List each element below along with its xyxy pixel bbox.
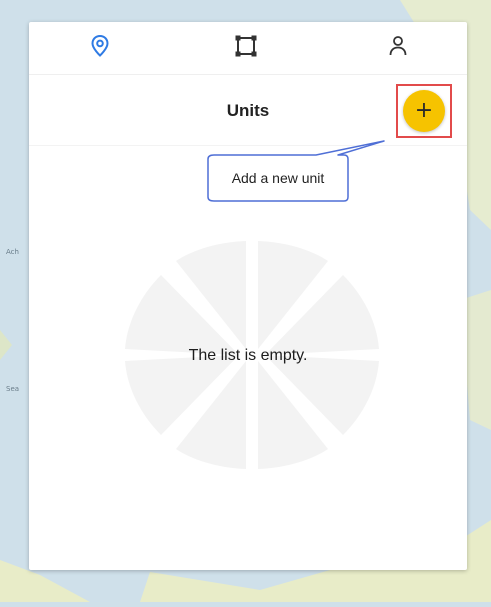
add-unit-button[interactable]: + — [403, 90, 445, 132]
units-panel: Units + The list is empty. — [29, 22, 467, 570]
empty-list-message: The list is empty. — [188, 347, 308, 364]
nav-location-button[interactable] — [84, 32, 116, 64]
location-pin-icon — [90, 34, 110, 63]
top-nav — [29, 22, 467, 75]
nav-user-button[interactable] — [382, 32, 414, 64]
user-icon — [388, 35, 408, 62]
map-label: Sea — [6, 385, 20, 393]
map-label: Ach — [6, 248, 19, 256]
add-unit-tooltip: Add a new unit — [196, 114, 386, 214]
area-square-icon — [234, 34, 258, 63]
tooltip-text: Add a new unit — [231, 170, 325, 186]
nav-area-button[interactable] — [230, 32, 262, 64]
